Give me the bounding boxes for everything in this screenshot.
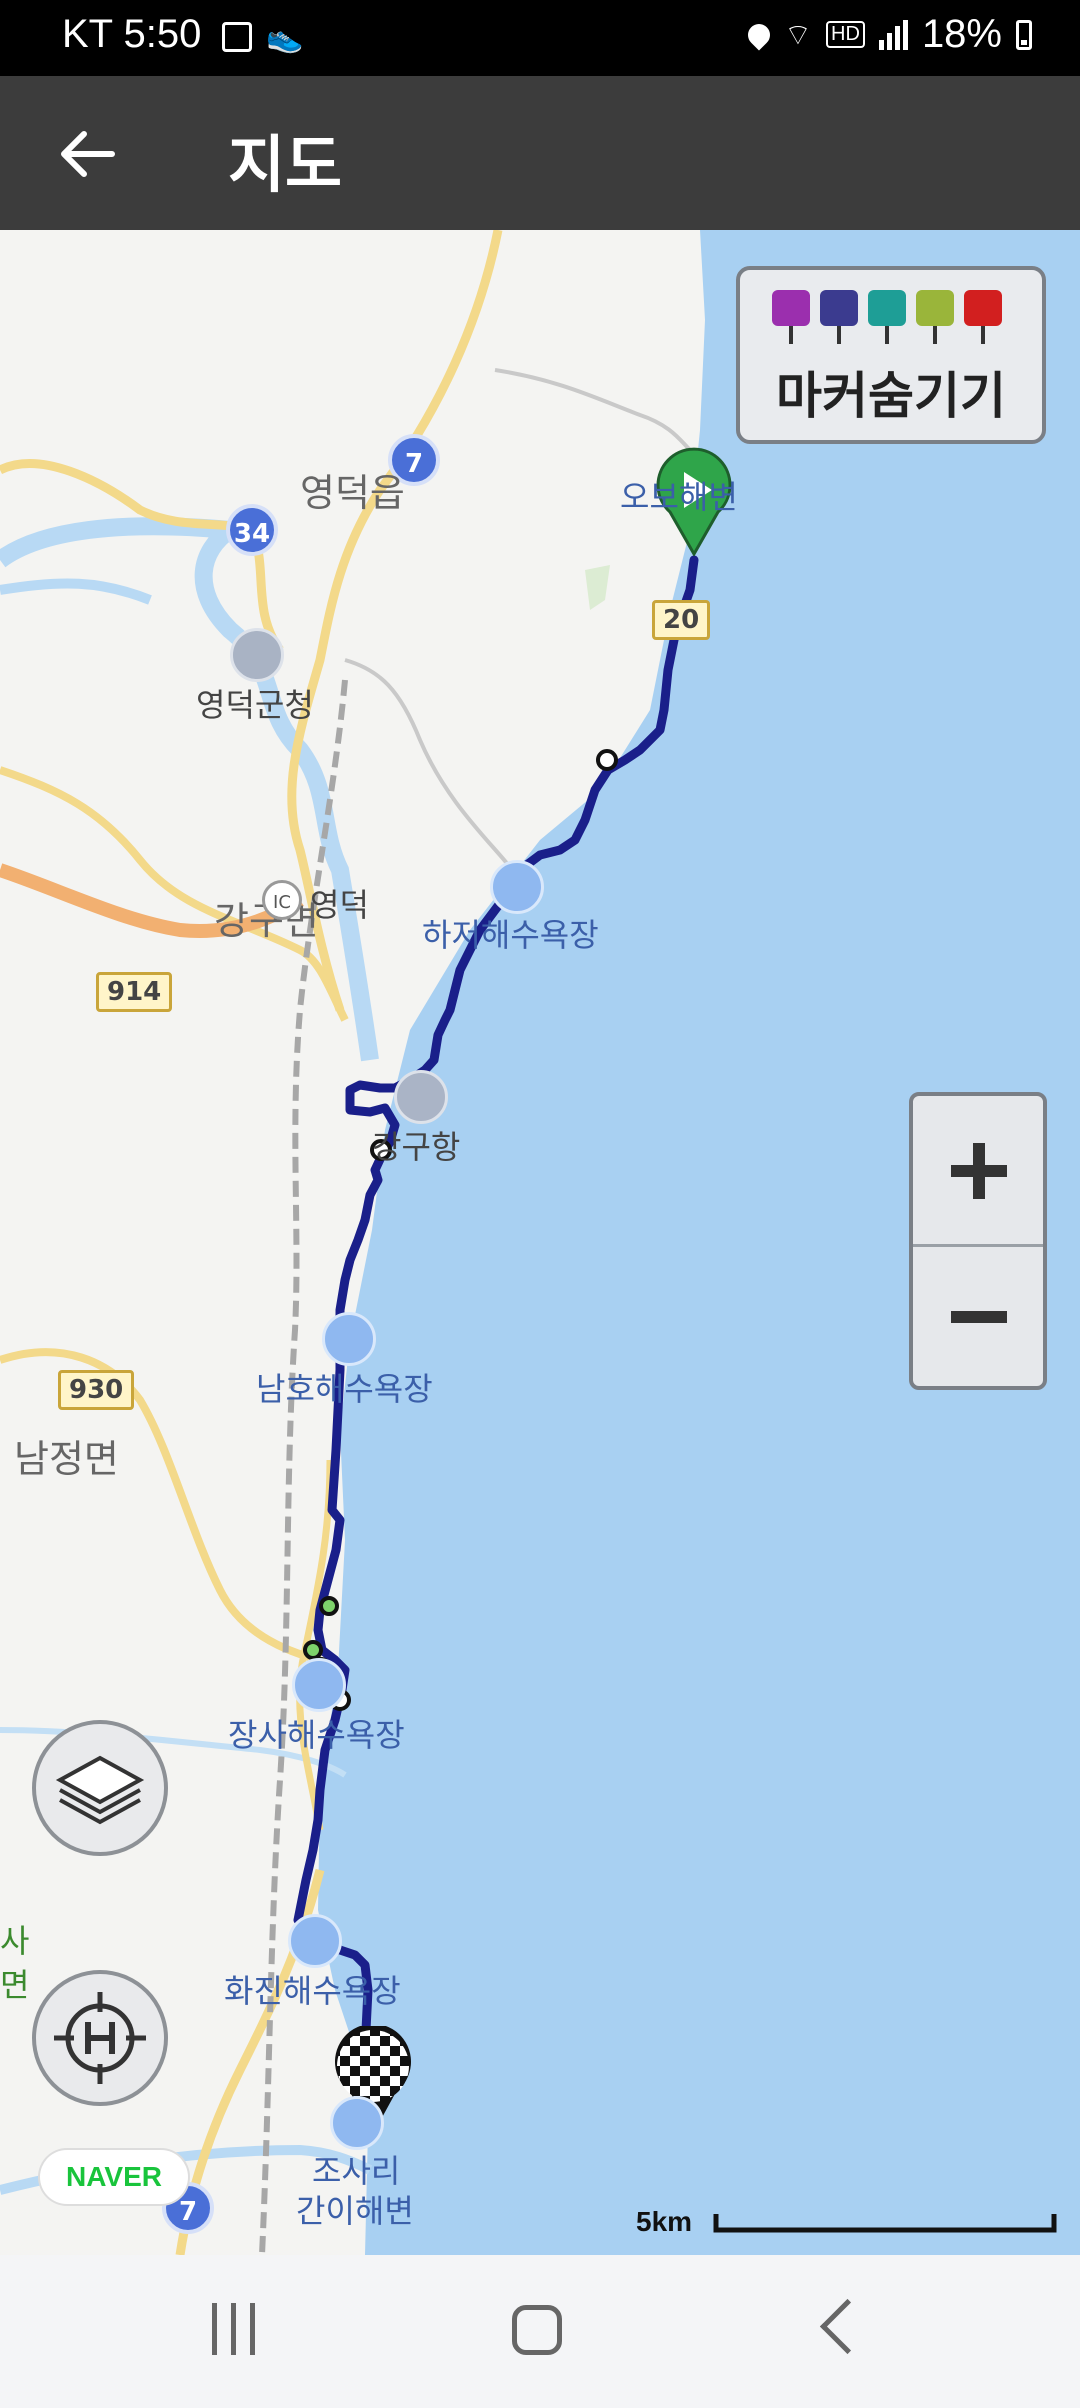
poi-label: 하저해수욕장 [422, 916, 599, 954]
status-bar: KT 5:50 👟 ⌔ HD 18% [0, 0, 1080, 76]
status-time: KT 5:50 [62, 12, 202, 56]
battery-percent: 18% [921, 12, 1002, 56]
app-bar: 지도 [0, 76, 1080, 230]
port-icon [394, 1070, 448, 1124]
beach-icon [292, 1658, 346, 1712]
hd-voice-icon: HD [826, 21, 865, 48]
note-marker-icon [916, 290, 954, 344]
road-shield: 34 [226, 504, 278, 556]
hide-markers-button[interactable]: 마커숨기기 [736, 266, 1046, 444]
layers-icon [55, 1755, 145, 1825]
town-label: 남정면 [14, 1437, 119, 1481]
map-view[interactable]: 7 34 20 914 930 7 영덕읍 영덕군청 강구면 IC 영덕 남정면… [0, 230, 1080, 2255]
system-back-button[interactable] [819, 2298, 876, 2355]
naver-logo: NAVER [40, 2150, 188, 2204]
poi-label: 장사해수욕장 [228, 1716, 405, 1754]
flag-marker-icon [964, 290, 1002, 344]
video-marker-icon [820, 290, 858, 344]
road-route-number: 914 [96, 972, 173, 1012]
interchange-icon: IC [262, 880, 302, 920]
location-icon [743, 18, 775, 51]
back-arrow-icon[interactable] [56, 122, 120, 186]
wifi-icon: ⌔ [783, 18, 813, 52]
beach-icon [330, 2096, 384, 2150]
beach-icon [288, 1914, 342, 1968]
poi-label: 강구항 [372, 1128, 461, 1166]
zoom-out-button[interactable] [913, 1244, 1043, 1392]
gallery-notification-icon [222, 22, 252, 52]
poi-label: 남호해수욕장 [256, 1370, 433, 1408]
town-label: 영덕읍 [300, 471, 405, 515]
hide-markers-label: 마커숨기기 [776, 367, 1006, 425]
photo-marker-icon [772, 290, 810, 344]
town-label: 영덕군청 [196, 686, 314, 724]
zoom-control [909, 1092, 1047, 1390]
current-location-button[interactable] [32, 1970, 168, 2106]
target-h-icon [54, 1992, 146, 2084]
system-nav-bar [0, 2255, 1080, 2408]
signal-icon [878, 19, 908, 50]
scale-label: 5km [636, 2206, 693, 2237]
zoom-in-button[interactable] [913, 1096, 1043, 1241]
audio-marker-icon [868, 290, 906, 344]
area-label: 사 [0, 1922, 30, 1960]
road-route-number: 930 [58, 1370, 135, 1410]
poi-label: 오보해변 [620, 478, 738, 516]
battery-icon [1016, 19, 1032, 50]
area-label: 면 [0, 1966, 30, 2004]
shoe-notification-icon: 👟 [266, 20, 304, 55]
poi-label: 간이해변 [296, 2192, 414, 2230]
recent-apps-button[interactable] [212, 2303, 255, 2355]
layers-button[interactable] [32, 1720, 168, 1856]
home-button[interactable] [512, 2305, 562, 2355]
poi-label: 화진해수욕장 [224, 1972, 401, 2010]
road-route-number: 20 [652, 600, 711, 640]
page-title: 지도 [228, 128, 343, 201]
interchange-label: 영덕 [310, 886, 369, 924]
beach-icon [490, 860, 544, 914]
government-office-icon [230, 628, 284, 682]
beach-icon [322, 1312, 376, 1366]
